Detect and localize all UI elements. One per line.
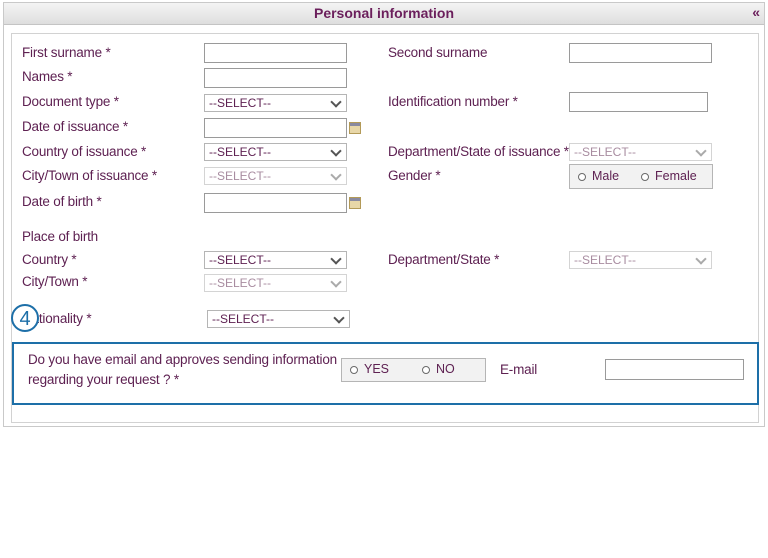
birth-city-town-select[interactable]: --SELECT-- xyxy=(204,274,347,292)
chevron-down-icon xyxy=(333,312,345,324)
birth-country-select[interactable]: --SELECT-- xyxy=(204,251,347,269)
country-of-issuance-label: Country of issuance * xyxy=(22,144,147,159)
department-state-of-issuance-label: Department/State of issuance * xyxy=(388,144,569,159)
document-type-select[interactable]: --SELECT-- xyxy=(204,94,347,112)
email-label: E-mail xyxy=(500,362,538,377)
email-consent-yes-radio[interactable] xyxy=(350,366,358,374)
email-question-line2: regarding your request ? * xyxy=(28,372,179,387)
department-state-of-issuance-value: --SELECT-- xyxy=(574,145,637,159)
birth-department-state-select[interactable]: --SELECT-- xyxy=(569,251,712,269)
nationality-value: --SELECT-- xyxy=(212,312,275,326)
chevron-down-icon xyxy=(695,145,707,157)
date-of-birth-label: Date of birth * xyxy=(22,194,102,209)
gender-male-label: Male xyxy=(592,169,620,183)
chevron-down-icon xyxy=(330,145,342,157)
email-consent-no-radio[interactable] xyxy=(422,366,430,374)
email-consent-radio-group: YES NO xyxy=(341,358,486,382)
step-number-badge: 4 xyxy=(11,304,39,332)
nationality-select[interactable]: --SELECT-- xyxy=(207,310,350,328)
birth-city-town-value: --SELECT-- xyxy=(209,276,272,290)
chevron-down-icon xyxy=(330,96,342,108)
names-input[interactable] xyxy=(204,68,347,88)
city-town-of-issuance-label: City/Town of issuance * xyxy=(22,168,157,183)
email-consent-yes-label: YES xyxy=(364,362,390,376)
calendar-icon[interactable] xyxy=(349,122,361,134)
chevron-down-icon xyxy=(330,276,342,288)
birth-department-state-label: Department/State * xyxy=(388,252,500,267)
email-input[interactable] xyxy=(605,359,744,380)
first-surname-input[interactable] xyxy=(204,43,347,63)
second-surname-label: Second surname xyxy=(388,45,488,60)
identification-number-label: Identification number * xyxy=(388,94,518,109)
birth-city-town-label: City/Town * xyxy=(22,274,88,289)
calendar-icon[interactable] xyxy=(349,197,361,209)
document-type-label: Document type * xyxy=(22,94,119,109)
department-state-of-issuance-select[interactable]: --SELECT-- xyxy=(569,143,712,161)
gender-radio-group: Male Female xyxy=(569,164,713,189)
panel-title: Personal information xyxy=(313,5,455,21)
panel-header: Personal information « xyxy=(4,3,764,25)
city-town-of-issuance-select[interactable]: --SELECT-- xyxy=(204,167,347,185)
second-surname-input[interactable] xyxy=(569,43,712,63)
gender-female-label: Female xyxy=(655,169,697,183)
chevron-down-icon xyxy=(330,169,342,181)
gender-label: Gender * xyxy=(388,168,441,183)
gender-female-radio[interactable] xyxy=(641,173,649,181)
chevron-down-icon xyxy=(330,253,342,265)
names-label: Names * xyxy=(22,69,73,84)
collapse-icon[interactable]: « xyxy=(752,4,760,20)
country-of-issuance-select[interactable]: --SELECT-- xyxy=(204,143,347,161)
date-of-issuance-input[interactable] xyxy=(204,118,347,138)
date-of-birth-input[interactable] xyxy=(204,193,347,213)
place-of-birth-heading: Place of birth xyxy=(22,229,98,244)
email-question-line1: Do you have email and approves sending i… xyxy=(28,352,337,367)
chevron-down-icon xyxy=(695,253,707,265)
birth-country-value: --SELECT-- xyxy=(209,253,272,267)
document-type-value: --SELECT-- xyxy=(209,96,272,110)
birth-department-state-value: --SELECT-- xyxy=(574,253,637,267)
city-town-of-issuance-value: --SELECT-- xyxy=(209,169,272,183)
birth-country-label: Country * xyxy=(22,252,77,267)
gender-male-radio[interactable] xyxy=(578,173,586,181)
date-of-issuance-label: Date of issuance * xyxy=(22,119,128,134)
identification-number-input[interactable] xyxy=(569,92,708,112)
email-consent-no-label: NO xyxy=(436,362,455,376)
country-of-issuance-value: --SELECT-- xyxy=(209,145,272,159)
first-surname-label: First surname * xyxy=(22,45,111,60)
